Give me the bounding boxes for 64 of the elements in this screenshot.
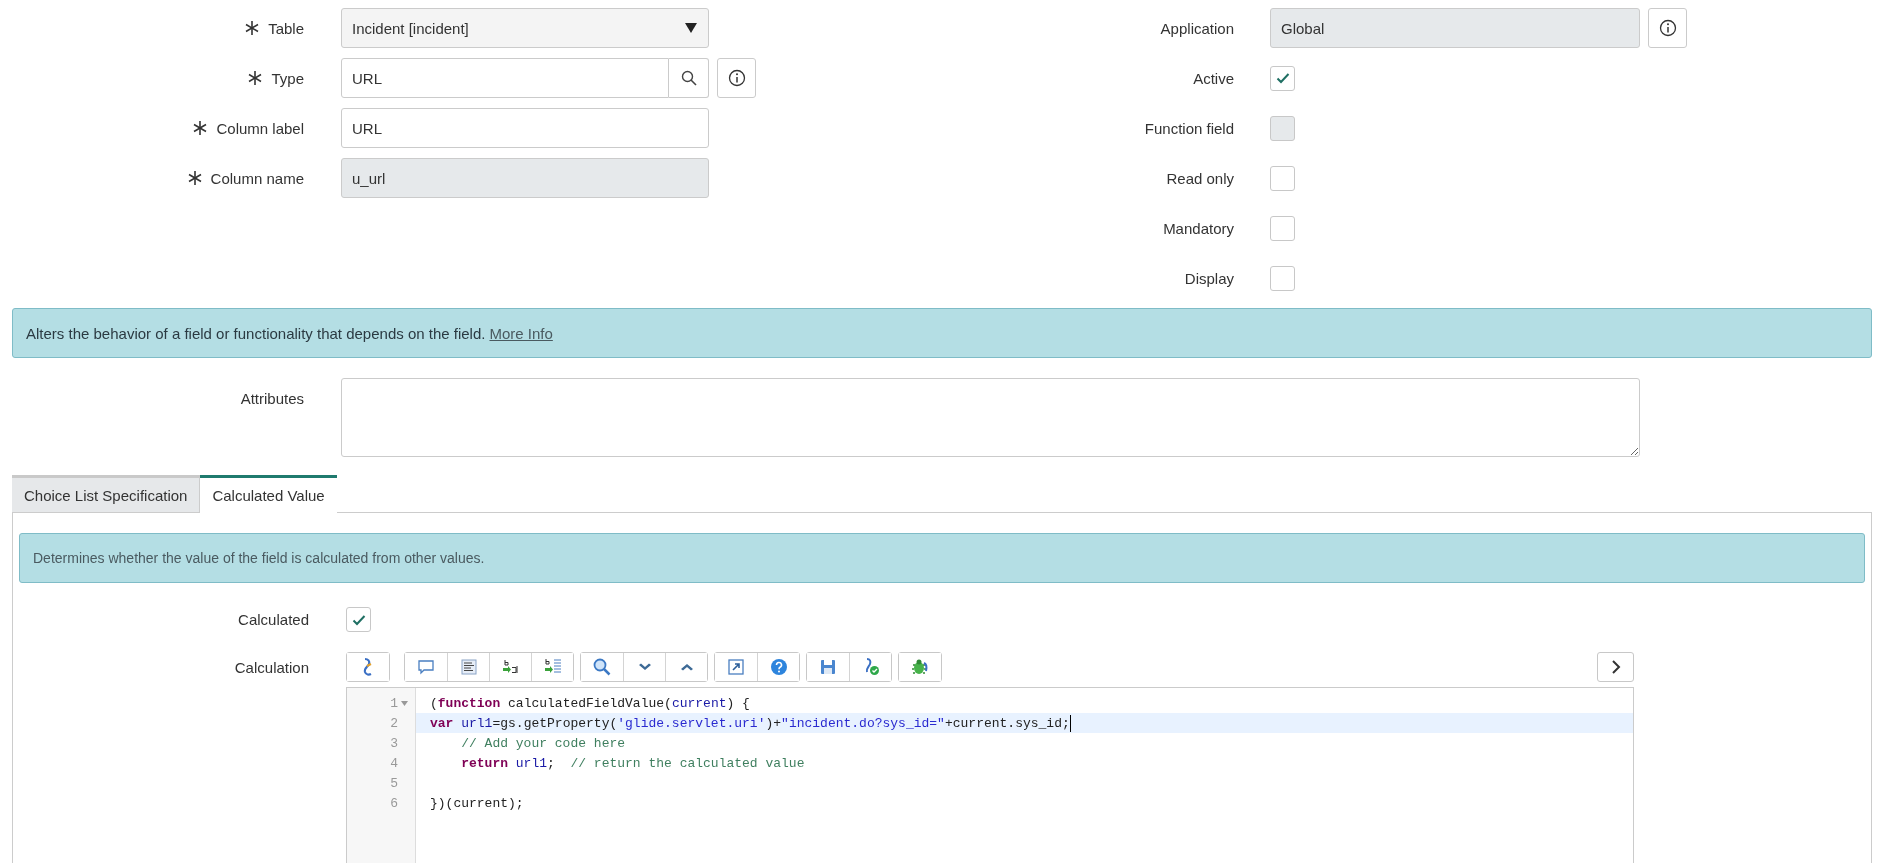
toolbar-button[interactable] <box>899 653 941 681</box>
expand-icon <box>726 657 746 677</box>
field-label: Application <box>1160 19 1234 37</box>
line-number: 4 <box>390 755 398 771</box>
attributes-field[interactable] <box>341 378 1640 457</box>
save-icon <box>818 657 838 677</box>
search-button[interactable] <box>669 58 709 98</box>
info-banner: Alters the behavior of a field or functionality that depends on the field. More Info <box>12 308 1872 358</box>
line-number: 5 <box>390 775 398 791</box>
field-label: Calculation <box>234 658 309 676</box>
checkbox[interactable] <box>1270 215 1295 241</box>
field-label: Table <box>268 19 304 37</box>
speech-bubble-icon <box>416 657 436 677</box>
code-line: (function calculatedFieldValue(current) { <box>430 695 750 711</box>
readonly-field[interactable]: u_url <box>341 158 709 198</box>
field-label: Mandatory <box>1163 219 1234 237</box>
field-label: Active <box>1193 69 1234 87</box>
type-field[interactable]: URL <box>341 58 669 98</box>
chevron-right-icon <box>1609 660 1622 674</box>
info-button[interactable] <box>1648 8 1687 48</box>
line-number: 2 <box>390 715 398 731</box>
field-label: Type <box>271 69 304 87</box>
code-line: return url1; // return the calculated value <box>460 755 805 771</box>
checkbox[interactable] <box>346 607 371 632</box>
checkbox[interactable] <box>1270 265 1295 291</box>
line-number: 1 <box>390 695 398 711</box>
checkbox[interactable] <box>1270 65 1295 91</box>
table-select[interactable]: Incident [incident] <box>341 8 709 48</box>
info-icon <box>1658 19 1677 37</box>
field-label: Column name <box>210 169 304 187</box>
field-label: Function field <box>1144 119 1234 137</box>
info-icon <box>727 69 746 87</box>
tab[interactable]: Calculated Value <box>200 475 337 513</box>
checkbox[interactable] <box>1270 165 1295 191</box>
toolbar-button[interactable] <box>531 653 573 681</box>
field-label: Display <box>1184 269 1234 287</box>
toolbar-button[interactable] <box>757 653 799 681</box>
more-info-link[interactable]: More Info <box>489 324 553 342</box>
info-button[interactable] <box>717 58 756 98</box>
fold-icon[interactable] <box>401 700 408 706</box>
dropdown-caret-icon <box>684 22 698 34</box>
search-icon <box>680 70 697 86</box>
search-icon <box>592 657 612 677</box>
line-number: 3 <box>390 735 398 751</box>
info-banner: Determines whether the value of the field is calculated from other values. <box>19 533 1865 583</box>
code-line: var url1=gs.getProperty('glide.servlet.uri')+"incident.do?sys_id="+current.sys_id; <box>430 715 1070 731</box>
text-field[interactable]: URL <box>341 108 709 148</box>
next-button[interactable] <box>1597 652 1634 682</box>
field-label: Attributes <box>240 390 304 407</box>
field-label: Read only <box>1166 169 1234 187</box>
code-line: // Add your code here <box>460 735 626 751</box>
code-line: })(current); <box>430 795 524 811</box>
readonly-field[interactable]: Global <box>1270 8 1640 48</box>
line-number: 6 <box>390 795 398 811</box>
field-label: Column label <box>216 119 304 137</box>
text-lines-icon <box>458 657 479 677</box>
text-cursor <box>1069 714 1071 732</box>
field-label: Calculated <box>238 611 309 628</box>
bug-icon <box>910 657 930 677</box>
help-icon <box>768 657 789 677</box>
toolbar-button[interactable] <box>665 653 707 681</box>
toolbar-button[interactable] <box>347 653 389 681</box>
tab[interactable]: Choice List Specification <box>12 475 201 513</box>
toolbar-button[interactable] <box>849 653 891 681</box>
